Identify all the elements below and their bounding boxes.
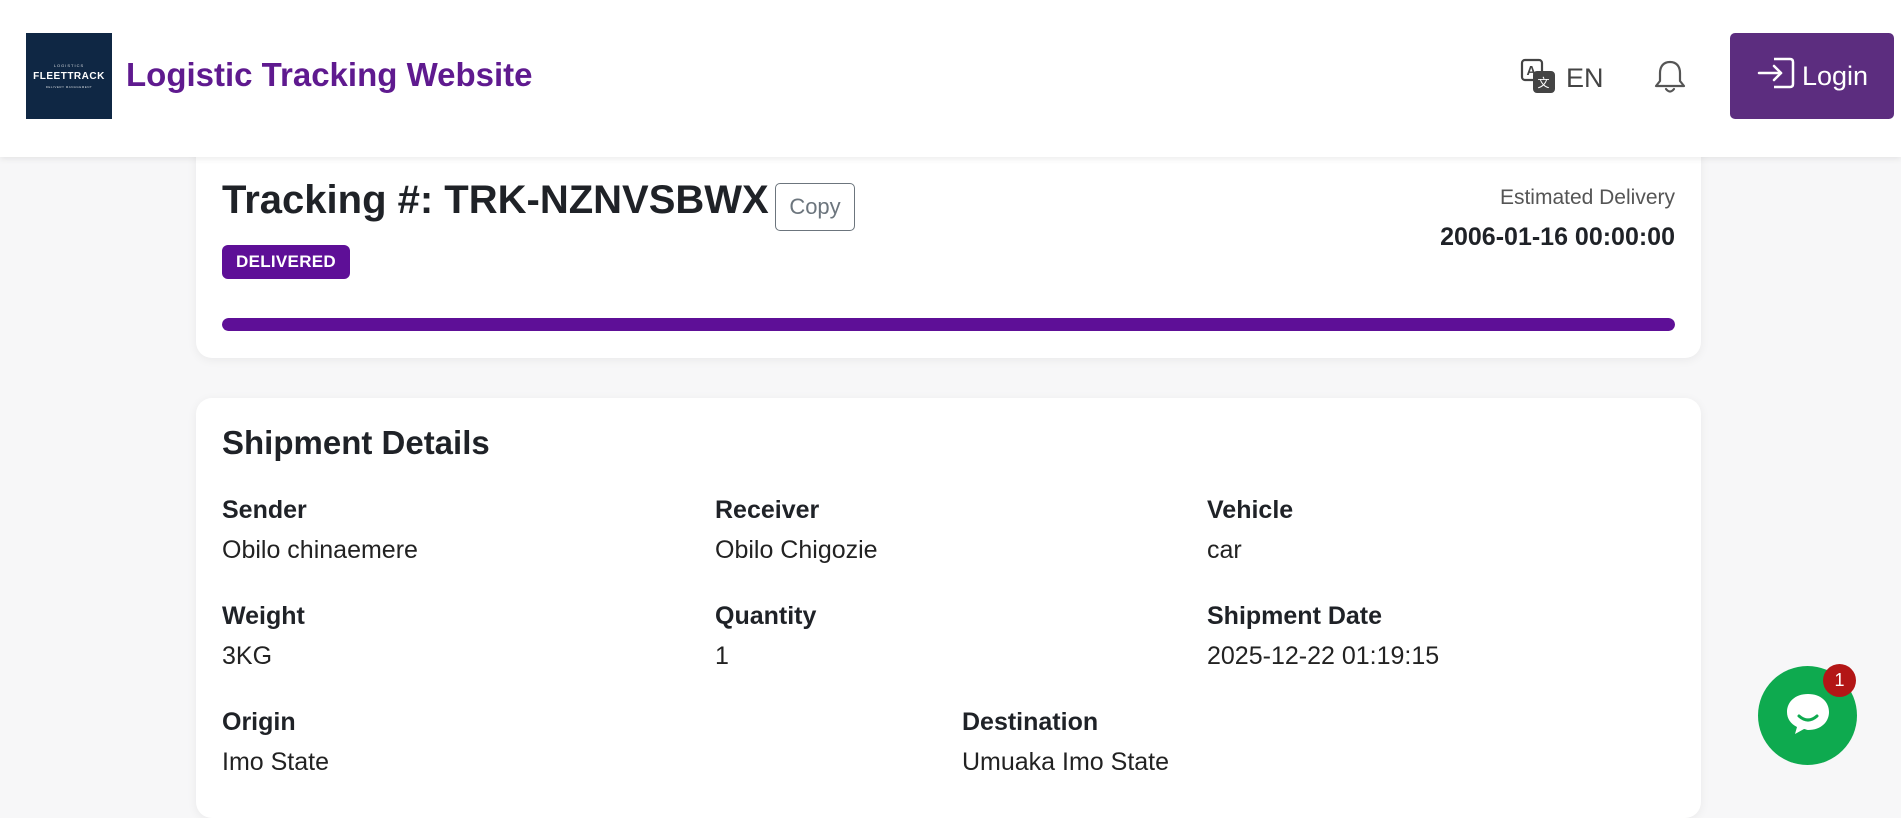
delivery-progress-bar: [222, 318, 1675, 331]
origin-label: Origin: [222, 708, 296, 736]
language-switcher[interactable]: A 文 EN: [1520, 58, 1604, 99]
login-label: Login: [1801, 60, 1869, 91]
delivery-progress-fill: [222, 318, 1675, 331]
status-badge: DELIVERED: [222, 245, 350, 279]
receiver-value: Obilo Chigozie: [715, 536, 878, 564]
receiver-label: Receiver: [715, 496, 820, 524]
shipment-date-label: Shipment Date: [1207, 602, 1383, 630]
weight-label: Weight: [222, 602, 305, 630]
notification-bell-icon[interactable]: [1652, 58, 1688, 96]
sender-value: Obilo chinaemere: [222, 536, 418, 564]
shipment-date-value: 2025-12-22 01:19:15: [1207, 642, 1440, 670]
translate-icon: A 文: [1520, 58, 1556, 99]
brand-logo[interactable]: LOGISTICS FLEETTRACK DELIVERY MANAGEMENT: [26, 33, 112, 119]
weight-value: 3KG: [222, 642, 273, 670]
quantity-value: 1: [715, 642, 729, 670]
estimated-delivery-value: 2006-01-16 00:00:00: [1440, 223, 1675, 251]
top-navbar: LOGISTICS FLEETTRACK DELIVERY MANAGEMENT…: [0, 0, 1901, 157]
vehicle-label: Vehicle: [1207, 496, 1294, 524]
login-button[interactable]: Login: [1730, 33, 1894, 119]
logo-sub-text: DELIVERY MANAGEMENT: [45, 85, 93, 89]
origin-value: Imo State: [222, 748, 329, 776]
svg-text:文: 文: [1538, 75, 1550, 90]
logo-top-text: LOGISTICS: [53, 63, 85, 68]
chat-notification-badge: 1: [1823, 664, 1856, 697]
sender-label: Sender: [222, 496, 307, 524]
logo-main-text: FLEETTRACK: [33, 71, 105, 82]
language-label: EN: [1566, 63, 1604, 93]
chat-bubble-icon: [1782, 688, 1834, 743]
copy-button[interactable]: Copy: [775, 183, 855, 231]
destination-value: Umuaka Imo State: [962, 748, 1170, 776]
site-title[interactable]: Logistic Tracking Website: [126, 56, 533, 94]
vehicle-value: car: [1207, 536, 1242, 564]
shipment-details-heading: Shipment Details: [222, 424, 490, 461]
shipment-details-card: Shipment Details Sender Obilo chinaemere…: [196, 398, 1701, 818]
login-icon: [1756, 56, 1796, 97]
destination-label: Destination: [962, 708, 1099, 736]
estimated-delivery-label: Estimated Delivery: [1499, 186, 1675, 209]
tracking-number-heading: Tracking #: TRK-NZNVSBWX: [222, 178, 769, 222]
quantity-label: Quantity: [715, 602, 817, 630]
